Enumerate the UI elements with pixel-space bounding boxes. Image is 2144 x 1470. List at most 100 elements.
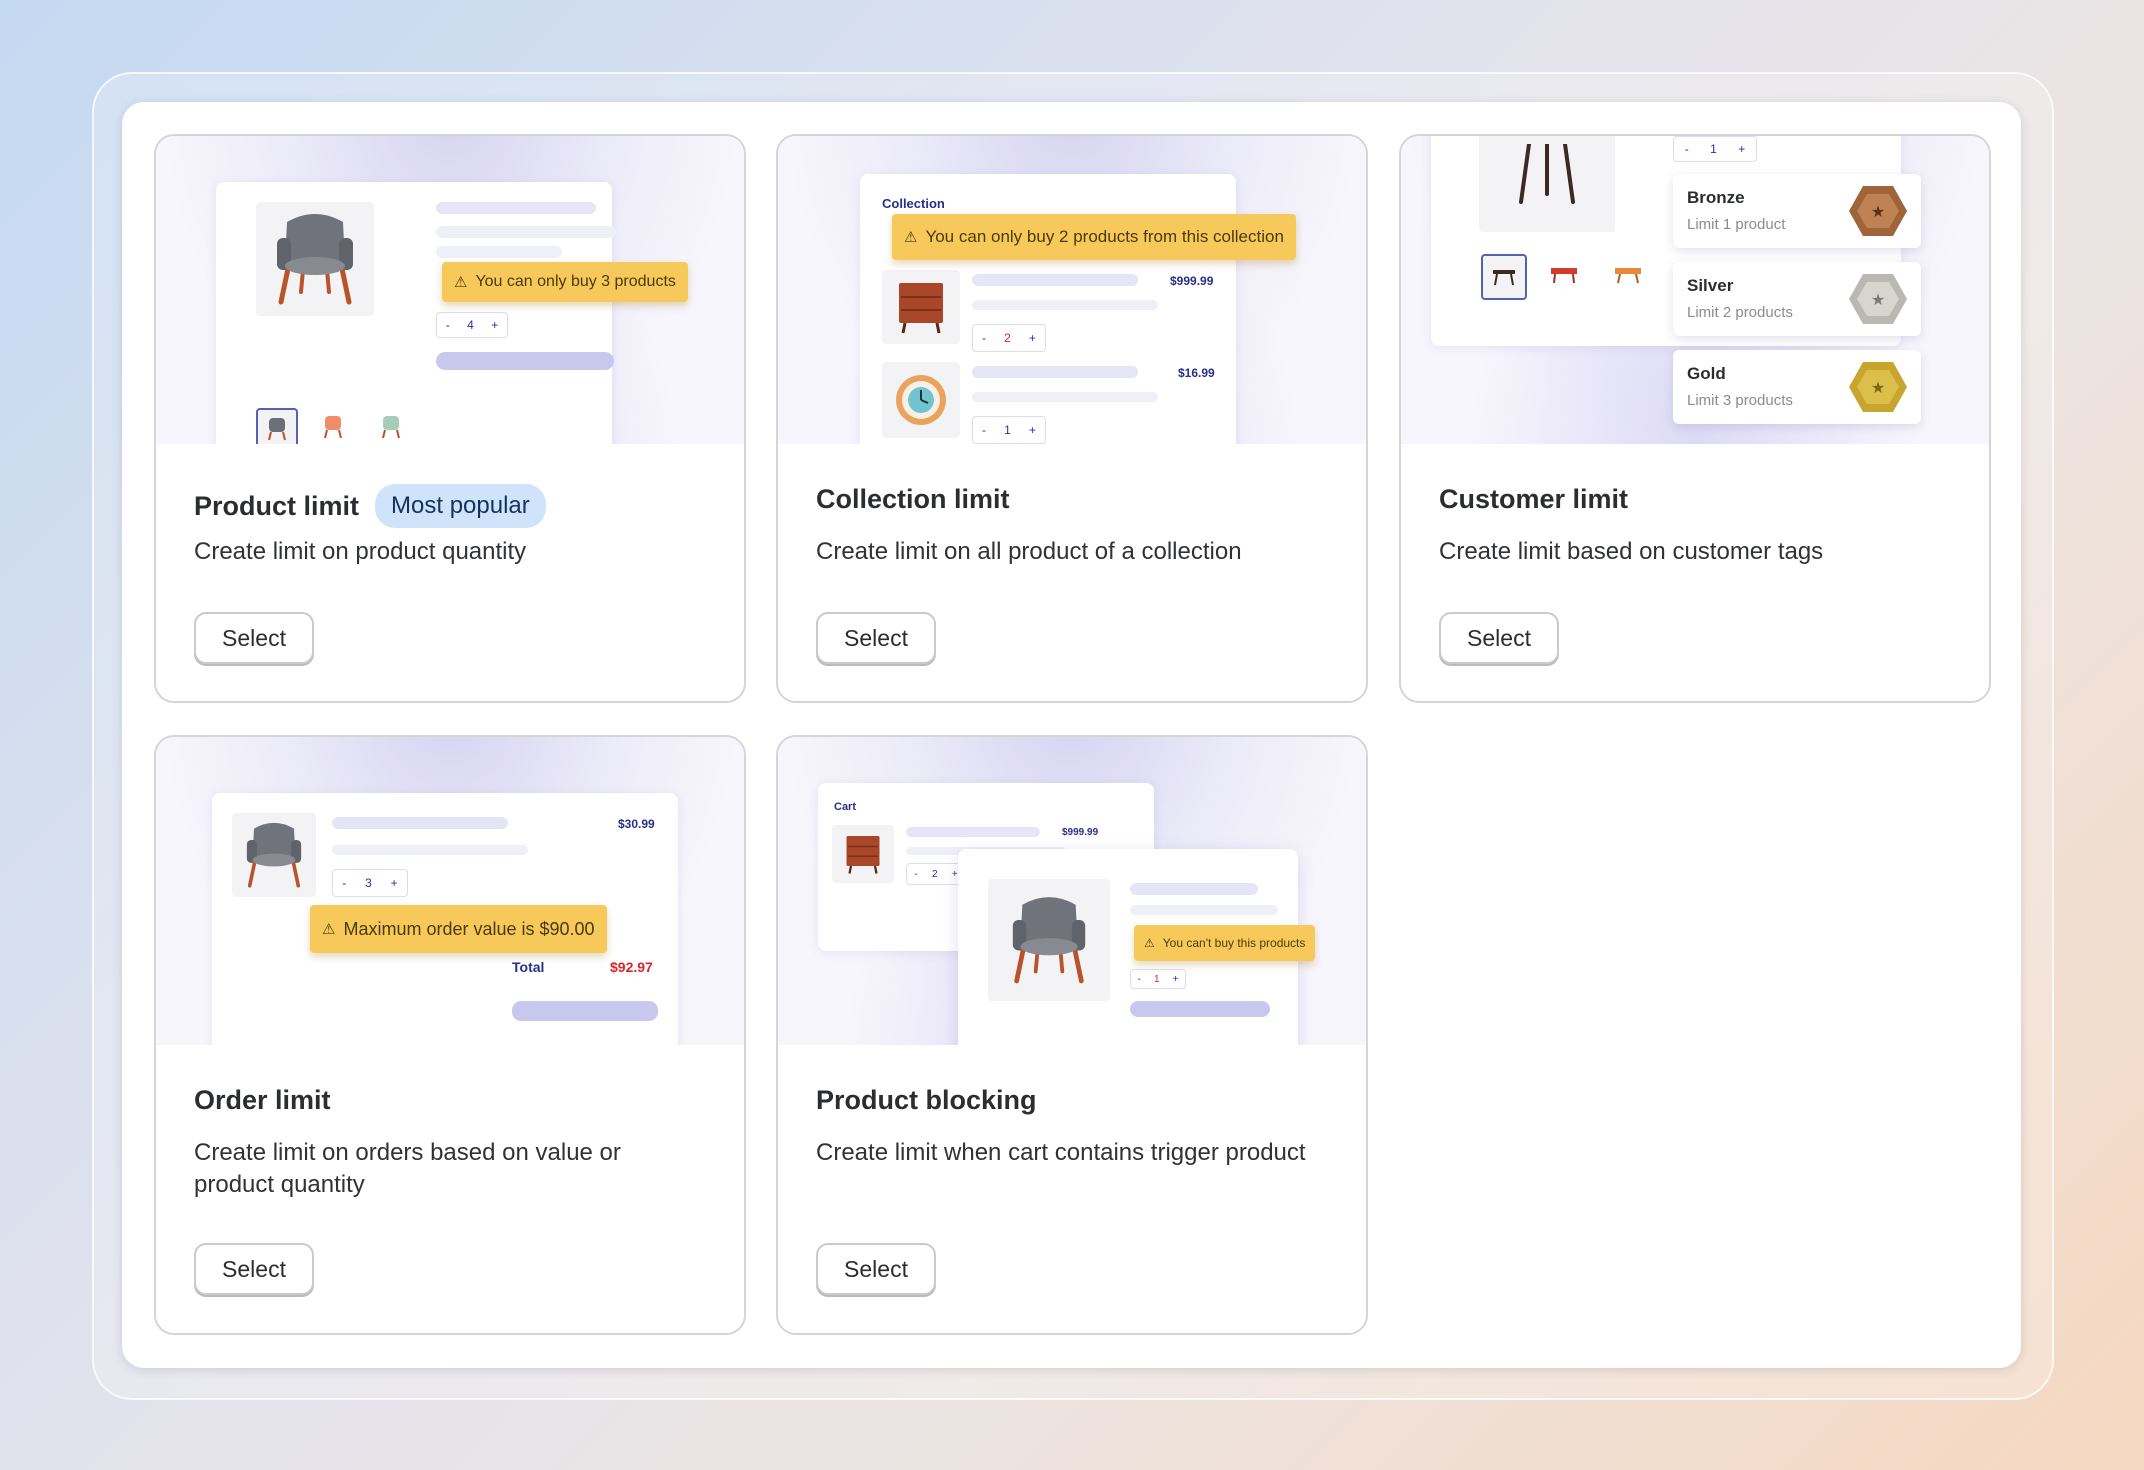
svg-text:★: ★ — [1871, 290, 1885, 309]
table-icon — [1519, 144, 1575, 204]
tier-card-silver: Silver Limit 2 products ★ — [1673, 262, 1921, 336]
preview-add-to-cart-bar — [436, 352, 614, 370]
preview-text-bar — [436, 226, 616, 238]
qty-minus: - — [982, 423, 987, 437]
chair-thumbnail-icon — [382, 416, 400, 439]
preview-chair-image — [232, 813, 316, 897]
customer-limit-preview: - 1 + Bronze Limit 1 product ★ Silver Li… — [1401, 136, 1989, 444]
clock-icon — [896, 375, 946, 425]
warning-icon: ⚠ — [904, 229, 918, 246]
svg-text:★: ★ — [1871, 378, 1885, 397]
preview-chair-image — [256, 202, 374, 316]
order-limit-preview: $30.99 - 3 + ⚠ Maximum order value is $9… — [156, 737, 744, 1045]
preview-thumbnail — [1543, 254, 1585, 296]
card-product-limit: ⚠ You can only buy 3 products - 4 + Prod… — [154, 134, 746, 703]
preview-quantity-stepper: - 3 + — [332, 869, 408, 897]
select-customer-limit-button[interactable]: Select — [1439, 612, 1559, 664]
preview-quantity-stepper: - 1 + — [1130, 969, 1186, 989]
qty-value: 2 — [1004, 331, 1011, 345]
preview-total-label: Total — [512, 959, 545, 975]
warning-icon: ⚠ — [322, 921, 336, 938]
card-header: Product blocking — [816, 1085, 1037, 1116]
tier-name: Bronze — [1687, 188, 1745, 207]
card-description: Create limit on orders based on value or… — [194, 1139, 621, 1198]
dresser-icon — [899, 283, 943, 334]
card-header: Product limit Most popular — [194, 484, 546, 528]
qty-minus: - — [1684, 142, 1689, 156]
chair-icon — [1012, 897, 1086, 984]
card-description: Create limit based on customer tags — [1439, 538, 1824, 565]
card-customer-limit: - 1 + Bronze Limit 1 product ★ Silver Li… — [1399, 134, 1991, 703]
bronze-badge-icon: ★ — [1849, 186, 1907, 236]
qty-plus: + — [951, 868, 958, 880]
select-collection-limit-button[interactable]: Select — [816, 612, 936, 664]
preview-text-bar — [436, 246, 562, 258]
tier-limit: Limit 2 products — [1687, 304, 1793, 321]
preview-text-bar — [972, 300, 1158, 310]
preview-price: $999.99 — [1062, 827, 1099, 838]
gold-badge-icon: ★ — [1849, 362, 1907, 412]
preview-warning-banner: ⚠ You can only buy 2 products from this … — [892, 214, 1296, 260]
preview-quantity-stepper: - 2 + — [906, 863, 966, 885]
select-product-limit-button[interactable]: Select — [194, 612, 314, 664]
table-thumbnail-icon — [1493, 270, 1515, 286]
qty-value: 3 — [365, 876, 372, 890]
product-limit-preview: ⚠ You can only buy 3 products - 4 + — [156, 136, 744, 444]
card-header: Customer limit — [1439, 484, 1628, 515]
card-header: Collection limit — [816, 484, 1010, 515]
preview-quantity-stepper: - 2 + — [972, 324, 1046, 352]
card-title: Collection limit — [816, 484, 1010, 514]
qty-plus: + — [1028, 331, 1036, 345]
qty-minus: - — [445, 318, 450, 332]
card-description: Create limit when cart contains trigger … — [816, 1139, 1306, 1166]
preview-warning-banner: ⚠ Maximum order value is $90.00 — [310, 905, 607, 953]
silver-badge-icon: ★ — [1849, 274, 1907, 324]
preview-quantity-stepper: - 4 + — [436, 312, 508, 338]
limit-type-panel: ⚠ You can only buy 3 products - 4 + Prod… — [122, 102, 2021, 1368]
preview-text-bar — [972, 392, 1158, 402]
preview-text-bar — [906, 827, 1040, 837]
qty-value: 1 — [1153, 973, 1160, 985]
qty-plus: + — [390, 876, 398, 890]
select-order-limit-button[interactable]: Select — [194, 1243, 314, 1295]
preview-table-image — [1479, 136, 1615, 232]
preview-warning-text: Maximum order value is $90.00 — [343, 918, 595, 939]
preview-warning-banner: ⚠ You can only buy 3 products — [442, 262, 688, 302]
qty-minus: - — [1137, 973, 1141, 985]
preview-price: $30.99 — [618, 817, 655, 831]
tier-card-gold: Gold Limit 3 products ★ — [1673, 350, 1921, 424]
preview-warning-text: You can only buy 3 products — [475, 273, 676, 290]
preview-chair-image — [988, 879, 1110, 1001]
most-popular-badge: Most popular — [375, 484, 546, 528]
preview-text-bar — [332, 845, 528, 855]
preview-quantity-stepper: - 1 + — [972, 416, 1046, 444]
qty-minus: - — [914, 868, 918, 880]
preview-price: $999.99 — [1170, 274, 1214, 288]
product-blocking-preview: Cart $999.99 - 2 + ⚠ You can't buy this … — [778, 737, 1366, 1045]
qty-value: 4 — [467, 318, 474, 332]
qty-minus: - — [982, 331, 987, 345]
preview-collection-heading: Collection — [882, 196, 945, 211]
preview-clock-image — [882, 362, 960, 438]
warning-icon: ⚠ — [454, 274, 468, 291]
card-description: Create limit on all product of a collect… — [816, 538, 1242, 565]
preview-thumbnail — [314, 408, 352, 444]
qty-value: 2 — [931, 868, 938, 880]
qty-plus: + — [1738, 142, 1746, 156]
card-product-blocking: Cart $999.99 - 2 + ⚠ You can't buy this … — [776, 735, 1368, 1335]
preview-text-bar — [1130, 883, 1258, 895]
qty-plus: + — [491, 318, 499, 332]
card-description: Create limit on product quantity — [194, 538, 527, 565]
card-title: Order limit — [194, 1085, 331, 1115]
chair-thumbnail-icon — [324, 416, 342, 439]
chair-icon — [246, 822, 302, 888]
qty-value: 1 — [1004, 423, 1011, 437]
preview-total-value: $92.97 — [610, 959, 653, 975]
table-thumbnail-icon — [1551, 268, 1577, 284]
preview-text-bar — [1130, 905, 1278, 915]
preview-cart-heading: Cart — [834, 801, 857, 813]
chair-thumbnail-icon — [268, 418, 286, 441]
tier-card-bronze: Bronze Limit 1 product ★ — [1673, 174, 1921, 248]
select-product-blocking-button[interactable]: Select — [816, 1243, 936, 1295]
preview-thumbnail — [1481, 254, 1527, 300]
